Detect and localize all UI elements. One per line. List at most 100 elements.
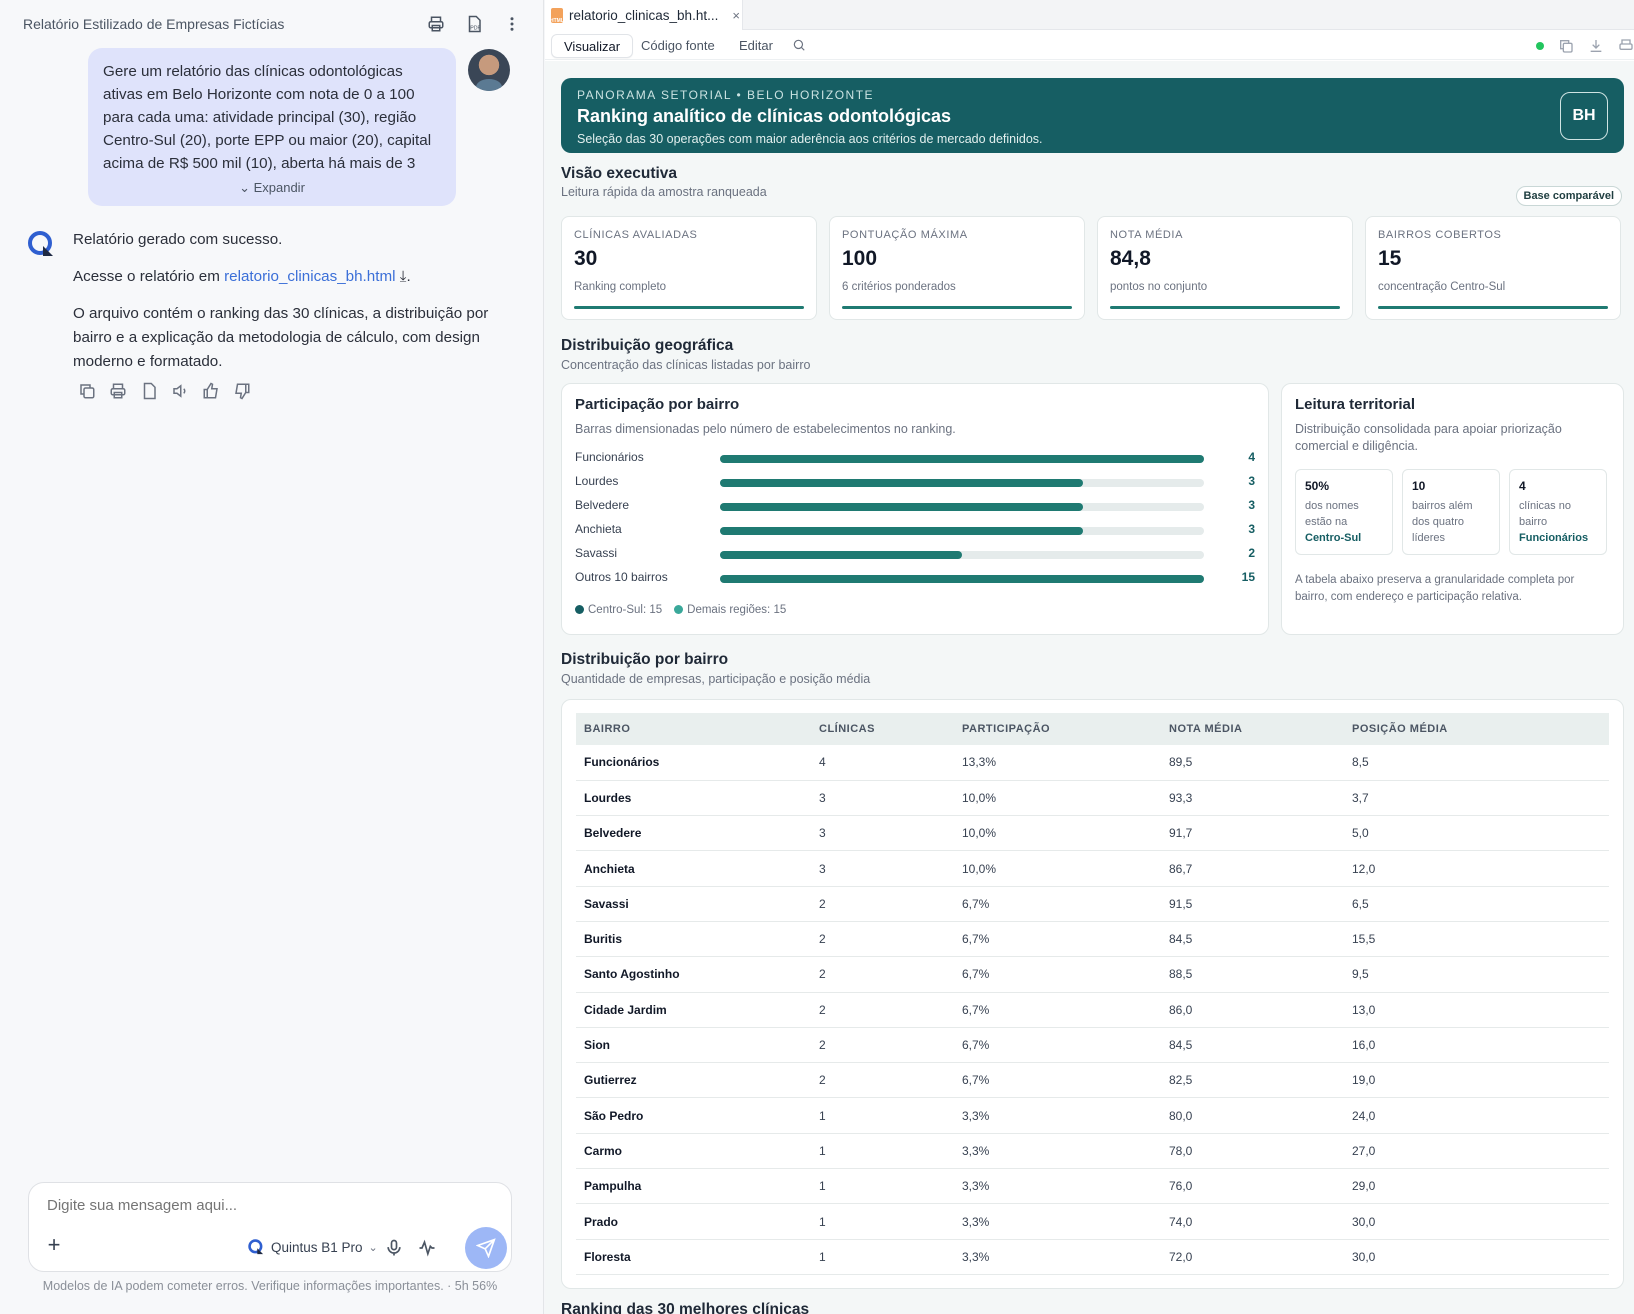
thumbs-up-icon[interactable] (202, 382, 220, 400)
expand-button[interactable]: ⌄ Expandir (88, 180, 456, 196)
table-cell: 2 (811, 992, 954, 1028)
tab-codigo-fonte[interactable]: Código fonte (629, 34, 727, 58)
waveform-icon[interactable] (417, 1238, 437, 1258)
kpi-value: 84,8 (1110, 247, 1151, 270)
copy-icon[interactable] (1558, 38, 1574, 54)
send-button[interactable] (465, 1227, 507, 1269)
table-cell: 89,5 (1161, 745, 1344, 781)
more-icon[interactable] (501, 13, 523, 35)
mini-stat-text: dos nomes estão na (1305, 500, 1359, 528)
table-row: Pampulha 1 3,3% 76,0 29,0 (576, 1168, 1609, 1205)
table-cell: 84,5 (1161, 921, 1344, 958)
column-header[interactable]: PARTICIPAÇÃO (954, 713, 1161, 745)
section-title-exec: Visão executiva (561, 165, 678, 182)
microphone-icon[interactable] (384, 1238, 404, 1258)
table-cell: 91,5 (1161, 886, 1344, 922)
bar-value: 4 (1248, 450, 1255, 464)
download-icon[interactable] (1588, 38, 1604, 54)
view-toolbar: Visualizar Código fonte Editar (545, 30, 1634, 60)
assistant-message: Relatório gerado com sucesso. Acesse o r… (73, 228, 513, 387)
user-message: Gere um relatório das clínicas odontológ… (88, 48, 456, 206)
print-icon[interactable] (109, 382, 127, 400)
pdf-icon[interactable] (140, 382, 158, 400)
thumbs-down-icon[interactable] (233, 382, 251, 400)
file-tab[interactable]: relatorio_clinicas_bh.ht... × (545, 0, 743, 30)
tab-visualizar[interactable]: Visualizar (551, 34, 634, 58)
chevron-down-icon: ⌄ (368, 1241, 378, 1254)
hero-title: Ranking analítico de clínicas odontológi… (577, 106, 952, 126)
table-cell: 1 (811, 1168, 954, 1205)
bairro-table-card: BAIRRO CLÍNICAS PARTICIPAÇÃO NOTA MÉDIA POSI… (561, 699, 1624, 1289)
table-cell: 27,0 (1344, 1133, 1609, 1170)
search-icon[interactable] (792, 38, 808, 54)
copy-icon[interactable] (78, 382, 96, 400)
bairro-bar-row: Lourdes 3 (575, 474, 1255, 490)
table-cell: 76,0 (1161, 1168, 1344, 1205)
print-icon[interactable] (1618, 38, 1634, 54)
speaker-icon[interactable] (171, 382, 189, 400)
table-cell: 5,0 (1344, 815, 1609, 852)
table-cell: 72,0 (1161, 1239, 1344, 1275)
print-icon[interactable] (425, 13, 447, 35)
table-cell: 2 (811, 886, 954, 922)
bar-label: Savassi (575, 546, 618, 560)
hero-subtitle: Seleção das 30 operações com maior aderê… (577, 132, 1043, 146)
table-cell: São Pedro (576, 1097, 811, 1134)
report-file-link[interactable]: relatorio_clinicas_bh.html (224, 268, 395, 285)
table-row: Sion 2 6,7% 84,5 16,0 (576, 1027, 1609, 1064)
table-cell: 1 (811, 1133, 954, 1170)
close-icon[interactable]: × (732, 8, 740, 23)
message-actions (78, 382, 251, 400)
avatar (468, 49, 510, 91)
table-cell: 6,7% (954, 992, 1161, 1028)
plus-icon[interactable]: + (43, 1234, 65, 1257)
bar-value: 3 (1248, 474, 1255, 488)
kpi-note: pontos no conjunto (1110, 281, 1208, 293)
section-title-geo: Distribuição geográfica (561, 337, 734, 354)
kpi-value: 15 (1378, 247, 1402, 270)
territorial-note: A tabela abaixo preserva a granularidade… (1295, 574, 1575, 603)
file-tab-bar: relatorio_clinicas_bh.ht... × (545, 0, 1634, 30)
hero-badge: BH (1560, 92, 1608, 140)
table-cell: 74,0 (1161, 1203, 1344, 1240)
table-cell: 9,5 (1344, 956, 1609, 993)
bar-fill (720, 527, 1083, 535)
kpi-note: 6 critérios ponderados (842, 281, 956, 293)
message-input[interactable] (47, 1197, 487, 1214)
assistant-line-2: Acesse o relatório em relatorio_clinicas… (73, 265, 513, 289)
bairro-bar-row: Funcionários 4 (575, 450, 1255, 466)
column-header[interactable]: POSIÇÃO MÉDIA (1344, 713, 1609, 745)
table-cell: 2 (811, 1027, 954, 1064)
model-selector[interactable]: Quintus B1 Pro ⌄ (247, 1238, 378, 1256)
bar-track (720, 503, 1204, 511)
table-cell: 6,7% (954, 921, 1161, 958)
table-cell: 86,0 (1161, 992, 1344, 1028)
section-subtitle-dist: Quantidade de empresas, participação e p… (561, 672, 871, 686)
column-header[interactable]: NOTA MÉDIA (1161, 713, 1344, 745)
table-cell: 3,3% (954, 1239, 1161, 1275)
column-header[interactable]: BAIRRO (576, 713, 811, 745)
table-row: Belvedere 3 10,0% 91,7 5,0 (576, 815, 1609, 852)
mini-stat: 4 clínicas no bairro Funcionários (1509, 469, 1607, 555)
kpi-accent-bar (842, 306, 1072, 309)
html-file-icon (550, 7, 564, 24)
kpi-accent-bar (574, 306, 804, 309)
table-cell: 10,0% (954, 850, 1161, 887)
table-cell: 1 (811, 1239, 954, 1275)
bairro-table: BAIRRO CLÍNICAS PARTICIPAÇÃO NOTA MÉDIA POSI… (576, 713, 1609, 1275)
bar-fill (720, 479, 1083, 487)
base-comparavel-badge: Base comparável (1515, 186, 1622, 206)
table-cell: 8,5 (1344, 745, 1609, 781)
assistant-line-2-prefix: Acesse o relatório em (73, 268, 225, 285)
chat-title: Relatório Estilizado de Empresas Fictíci… (23, 16, 285, 32)
tab-editar[interactable]: Editar (727, 34, 785, 58)
kpi-note: Ranking completo (574, 281, 667, 293)
table-cell: 10,0% (954, 815, 1161, 852)
pdf-icon[interactable]: PDF (463, 13, 485, 35)
column-header[interactable]: CLÍNICAS (811, 713, 954, 745)
table-cell: 6,7% (954, 1027, 1161, 1064)
table-cell: 16,0 (1344, 1027, 1609, 1064)
table-cell: 3,3% (954, 1168, 1161, 1205)
bar-value: 15 (1241, 570, 1255, 584)
bar-track (720, 527, 1204, 535)
